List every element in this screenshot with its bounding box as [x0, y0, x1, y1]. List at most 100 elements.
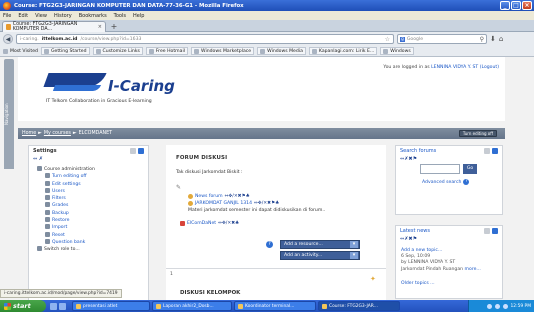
quick-launch-icon[interactable]: [50, 302, 57, 310]
older-topics-link[interactable]: Older topics ...: [396, 273, 502, 286]
tree-item-restore[interactable]: Restore: [37, 217, 148, 224]
add-resource-select[interactable]: Add a resource... ▾: [280, 240, 360, 249]
tree-item-grades[interactable]: Grades: [37, 202, 148, 209]
activity-edit-icons[interactable]: ⇔✥/✕✖♣: [218, 221, 239, 226]
forum-search-go-button[interactable]: Go: [463, 164, 477, 174]
i-caring-logo[interactable]: I-Caring IT Telkom Collaboration in Grac…: [43, 67, 196, 107]
tree-item-switch-role[interactable]: Switch role to...: [37, 246, 148, 253]
help-icon[interactable]: ?: [463, 179, 470, 185]
tree-item-import[interactable]: Import: [37, 224, 148, 231]
activity-edit-icons[interactable]: ⇔✥/✕✖⚑♣: [225, 194, 250, 199]
hide-block-icon[interactable]: [484, 228, 490, 234]
bookmark-windows-marketplace[interactable]: Windows Marketplace: [191, 47, 255, 55]
turn-editing-off-button[interactable]: Turn editing off: [458, 130, 497, 137]
tree-item-filters[interactable]: Filters: [37, 195, 148, 202]
tab-close-icon[interactable]: ×: [98, 24, 102, 30]
new-tab-button[interactable]: +: [109, 22, 119, 31]
expand-icon: [45, 238, 50, 244]
window-controls: _ □ ×: [500, 1, 532, 10]
grades-icon: [45, 202, 50, 208]
news-list: Add a new topic... 6 Sep, 10:09 by LENNI…: [396, 242, 502, 273]
download-icon[interactable]: ⬇: [490, 35, 496, 43]
tree-item-turn-editing-off[interactable]: Turn editing off: [37, 173, 148, 180]
quick-launch-icon[interactable]: [59, 302, 66, 310]
highlight-icon[interactable]: ✦: [370, 275, 376, 283]
menu-tools[interactable]: Tools: [114, 13, 126, 19]
google-engine-icon[interactable]: g: [400, 36, 405, 42]
tray-icon[interactable]: [486, 303, 492, 309]
tab-course[interactable]: Course: FTG2G3-JARINGAN KOMPUTER DA... ×: [2, 21, 106, 32]
edit-summary-icon[interactable]: ✎: [176, 184, 181, 191]
taskbar-item[interactable]: Laporan akhir2_Dosb...: [152, 301, 232, 311]
firefox-icon: [322, 303, 327, 309]
breadcrumb-home[interactable]: Home: [22, 131, 36, 136]
forum-search-input[interactable]: [420, 164, 460, 174]
tree-item-edit-settings[interactable]: Edit settings: [37, 180, 148, 188]
bookmarks-bar: Most Visited Getting Started Customize L…: [0, 46, 534, 57]
forum-icon: [188, 201, 193, 206]
activity-edit-icons[interactable]: ⇔✥/✕✖⚑♣: [254, 201, 279, 206]
bookmark-free-hotmail[interactable]: Free Hotmail: [145, 47, 188, 55]
start-button[interactable]: start: [0, 300, 46, 312]
menu-view[interactable]: View: [35, 13, 47, 19]
search-bar[interactable]: g Google ⚲: [397, 34, 487, 44]
url-bar[interactable]: i-caring. ittelkom.ac.id /course/view.ph…: [16, 34, 394, 44]
bookmark-star-icon[interactable]: ☆: [385, 36, 390, 43]
search-forums-header: Search forums: [396, 146, 502, 156]
activity-link[interactable]: ElComDaNet: [187, 221, 216, 226]
forum-icon: [188, 194, 193, 199]
hide-block-icon[interactable]: [130, 148, 136, 154]
add-activity-select[interactable]: Add an activity... ▾: [280, 251, 360, 260]
activity-link[interactable]: News forum: [195, 194, 223, 199]
dock-block-icon[interactable]: [138, 148, 144, 154]
menu-bookmarks[interactable]: Bookmarks: [79, 13, 107, 19]
bookmark-windows-media[interactable]: Windows Media: [257, 47, 306, 55]
taskbar-item-active[interactable]: Course: FTG2G3-JAR...: [318, 301, 400, 311]
tree-item-users[interactable]: Users: [37, 187, 148, 195]
taskbar-item[interactable]: presentasi atlet: [72, 301, 150, 311]
menu-help[interactable]: Help: [133, 13, 144, 19]
tray-icon[interactable]: [494, 303, 500, 309]
navigation-side-tab[interactable]: Navigation: [4, 59, 14, 169]
bookmark-customize-links[interactable]: Customize Links: [92, 47, 143, 55]
url-domain: ittelkom.ac.id: [41, 36, 78, 42]
menu-edit[interactable]: Edit: [18, 13, 28, 19]
bookmark-windows[interactable]: Windows: [380, 47, 414, 55]
logout-link[interactable]: (Logout): [480, 65, 499, 70]
news-more-link[interactable]: more...: [465, 267, 481, 272]
tree-item-reset[interactable]: Reset: [37, 231, 148, 239]
activity-link[interactable]: JARKOMDAT GANJIL 1314: [195, 201, 252, 206]
bookmark-getting-started[interactable]: Getting Started: [40, 47, 90, 55]
section-divider: [166, 268, 386, 269]
bookmark-icon: [3, 48, 8, 54]
dock-block-icon[interactable]: [492, 228, 498, 234]
menu-history[interactable]: History: [54, 13, 72, 19]
expand-icon: [37, 166, 42, 171]
tree-item-backup[interactable]: Backup: [37, 209, 148, 217]
advanced-search-link[interactable]: Advanced search: [422, 180, 461, 185]
add-topic-link[interactable]: Add a new topic...: [401, 248, 442, 253]
dock-block-icon[interactable]: [492, 148, 498, 154]
settings-icon: [45, 180, 50, 186]
tree-item-question-bank[interactable]: Question bank: [37, 238, 148, 246]
user-profile-link[interactable]: LENNINA VIDYA Y. ST: [431, 65, 478, 70]
search-icon[interactable]: ⚲: [480, 36, 484, 43]
taskbar-item[interactable]: Koordinator terminal...: [234, 301, 316, 311]
tray-icon[interactable]: [502, 303, 508, 309]
hide-block-icon[interactable]: [484, 148, 490, 154]
clock[interactable]: 12:59 PM: [511, 304, 532, 309]
back-button[interactable]: ◀: [3, 34, 13, 44]
home-icon[interactable]: ⌂: [499, 35, 503, 43]
activity-elcomdanet: ElComDaNet ⇔✥/✕✖♣: [180, 221, 239, 226]
breadcrumb-my-courses[interactable]: My courses: [44, 131, 71, 136]
quick-launch: [46, 302, 70, 310]
minimize-button[interactable]: _: [500, 1, 510, 10]
bookmark-most-visited[interactable]: Most Visited: [3, 48, 38, 54]
bookmark-kapanlagi[interactable]: Kapanlagi.com: Lirik E...: [308, 47, 378, 55]
close-button[interactable]: ×: [522, 1, 532, 10]
folder-icon: [76, 303, 81, 309]
maximize-button[interactable]: □: [511, 1, 521, 10]
help-icon[interactable]: ?: [266, 241, 273, 248]
menu-file[interactable]: File: [3, 13, 11, 19]
tree-item-course-administration[interactable]: Course administration: [37, 166, 148, 173]
